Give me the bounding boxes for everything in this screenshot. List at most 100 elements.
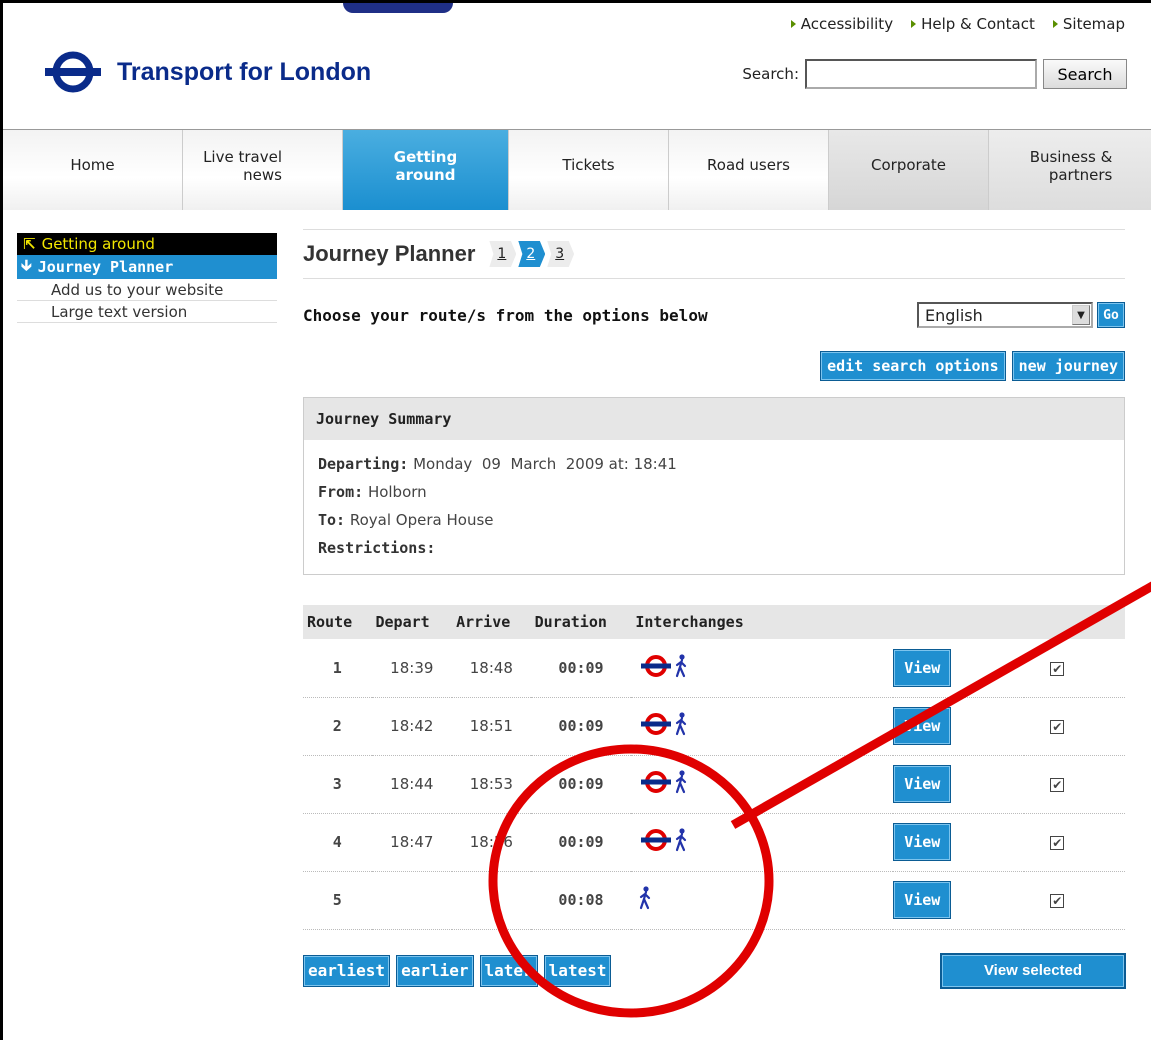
sidebar-item-large-text[interactable]: Large text version — [17, 301, 277, 323]
choose-instructions: Choose your route/s from the options bel… — [303, 305, 708, 325]
sidebar: ⇱ Getting around 🡳 Journey Planner Add u… — [17, 233, 277, 323]
view-button[interactable]: View — [893, 765, 952, 803]
view-button[interactable]: View — [893, 823, 952, 861]
underground-icon — [639, 712, 673, 740]
tfl-logo[interactable]: Transport for London — [43, 49, 371, 95]
col-view — [893, 605, 1025, 639]
step-3[interactable]: 3 — [547, 241, 575, 267]
step-2[interactable]: 2 — [518, 241, 546, 267]
duration: 00:09 — [530, 697, 632, 756]
journey-summary-body: Departing: Monday 09 March 2009 at: 18:4… — [304, 440, 1124, 574]
depart-time: 18:47 — [371, 813, 453, 872]
view-button[interactable]: View — [893, 648, 952, 687]
arrow-icon — [790, 20, 796, 28]
routes-table: Route Depart Arrive Duration Interchange… — [303, 605, 1125, 930]
from-line: From: Holborn — [318, 483, 427, 501]
arrive-time: 18:51 — [452, 697, 531, 756]
roundel-icon — [45, 51, 101, 93]
nav-corporate[interactable]: Corporate — [829, 130, 989, 210]
nav-business-partners[interactable]: Business & partners — [989, 130, 1151, 210]
arrow-icon — [1052, 20, 1058, 28]
duration: 00:09 — [530, 755, 632, 814]
col-duration: Duration — [530, 605, 632, 639]
search-options-row: edit search options new journey — [303, 351, 1125, 383]
interchanges — [631, 697, 894, 756]
language-select[interactable]: English ▼ — [917, 302, 1093, 328]
select-cell: ✔ — [1024, 697, 1125, 756]
utility-links: Accessibility Help & Contact Sitemap — [790, 15, 1125, 33]
nav-road-users[interactable]: Road users — [669, 130, 829, 210]
sidebar-item-journey-planner[interactable]: 🡳 Journey Planner — [17, 255, 277, 279]
table-row: 2 18:42 18:51 00:09 View ✔ — [303, 697, 1125, 756]
chevron-down-icon: ▼ — [1072, 305, 1090, 325]
choose-row: Choose your route/s from the options bel… — [303, 279, 1125, 351]
route-checkbox[interactable]: ✔ — [1050, 836, 1065, 850]
search-label: Search: — [742, 65, 799, 83]
table-row: 1 18:39 18:48 00:09 View ✔ — [303, 639, 1125, 698]
walk-icon — [675, 712, 689, 740]
view-cell: View — [893, 755, 1025, 814]
edit-search-options-button[interactable]: edit search options — [820, 351, 1006, 381]
nav-tickets[interactable]: Tickets — [509, 130, 669, 210]
interchanges — [631, 813, 894, 872]
arrive-time: 18:56 — [452, 813, 531, 872]
col-route: Route — [303, 605, 372, 639]
sidebar-item-add-to-website[interactable]: Add us to your website — [17, 279, 277, 301]
underground-icon — [639, 654, 673, 682]
interchanges — [631, 639, 894, 698]
arrow-down-icon: 🡳 — [21, 255, 32, 274]
to-line: To: Royal Opera House — [318, 511, 494, 529]
route-checkbox[interactable]: ✔ — [1050, 894, 1065, 908]
route-checkbox[interactable]: ✔ — [1050, 778, 1065, 792]
view-cell: View — [893, 639, 1025, 698]
earliest-button[interactable]: earliest — [303, 954, 391, 987]
departing-line: Departing: Monday 09 March 2009 at: 18:4… — [318, 455, 677, 473]
view-cell: View — [893, 813, 1025, 872]
arrow-up-left-icon: ⇱ — [23, 235, 36, 253]
table-row: 5 00:08 View ✔ — [303, 871, 1125, 930]
arrive-time: 18:48 — [452, 639, 531, 698]
help-contact-link[interactable]: Help & Contact — [911, 15, 1035, 33]
select-cell: ✔ — [1024, 639, 1125, 698]
journey-summary-heading: Journey Summary — [304, 398, 1124, 440]
earlier-button[interactable]: earlier — [396, 954, 474, 987]
pager: earliest earlier later latest — [303, 954, 612, 987]
route-checkbox[interactable]: ✔ — [1050, 661, 1065, 676]
nav-getting-around[interactable]: Getting around — [343, 130, 509, 210]
go-button[interactable]: Go — [1097, 302, 1125, 328]
col-depart: Depart — [371, 605, 453, 639]
restrictions-line: Restrictions: — [318, 539, 436, 557]
route-number: 5 — [303, 871, 372, 930]
step-indicator: 1 2 3 — [489, 241, 575, 267]
view-button[interactable]: View — [893, 707, 952, 745]
latest-button[interactable]: latest — [543, 954, 612, 987]
arrive-time: 18:53 — [452, 755, 531, 814]
arrive-time — [452, 871, 531, 930]
walk-icon — [675, 654, 689, 682]
view-button[interactable]: View — [893, 881, 952, 919]
step-1[interactable]: 1 — [489, 241, 517, 267]
sidebar-item-getting-around[interactable]: ⇱ Getting around — [17, 233, 277, 255]
depart-time: 18:44 — [371, 755, 453, 814]
nav-home[interactable]: Home — [3, 130, 183, 210]
view-selected-button[interactable]: View selected — [941, 953, 1125, 988]
sitemap-link[interactable]: Sitemap — [1052, 15, 1125, 33]
walk-icon — [675, 770, 689, 798]
search-input[interactable] — [805, 59, 1037, 89]
depart-time: 18:39 — [371, 639, 453, 698]
browser-page: Accessibility Help & Contact Sitemap Tra… — [0, 0, 1151, 1040]
accessibility-link[interactable]: Accessibility — [790, 15, 893, 33]
nav-live-travel-news[interactable]: Live travel news — [183, 130, 343, 210]
pager-row: earliest earlier later latest View selec… — [303, 953, 1125, 988]
journey-summary: Journey Summary Departing: Monday 09 Mar… — [303, 397, 1125, 575]
duration: 00:08 — [530, 871, 632, 930]
page-title: Journey Planner — [303, 241, 476, 266]
later-button[interactable]: later — [479, 954, 538, 987]
logo-title: Transport for London — [117, 57, 372, 86]
route-checkbox[interactable]: ✔ — [1050, 720, 1065, 734]
interchanges — [631, 755, 894, 814]
search-button[interactable]: Search — [1043, 59, 1127, 89]
select-cell: ✔ — [1024, 871, 1125, 930]
new-journey-button[interactable]: new journey — [1011, 351, 1125, 381]
underground-icon — [639, 770, 673, 798]
